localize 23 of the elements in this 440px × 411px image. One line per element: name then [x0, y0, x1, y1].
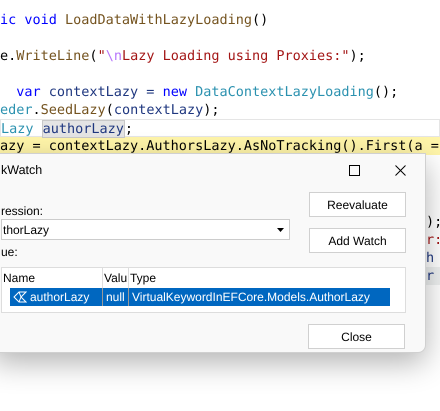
window-title: kWatch: [1, 162, 42, 179]
dropdown-arrow-icon: [277, 228, 284, 232]
code-line: e.WriteLine("\nLazy Loading using Proxies:");: [0, 47, 367, 65]
expression-combobox[interactable]: thorLazy: [1, 219, 290, 240]
close-dialog-button[interactable]: Close: [308, 324, 405, 349]
field-label: ue:: [1, 245, 19, 259]
close-icon: [394, 164, 406, 176]
table-cell-text: authorLazy: [30, 289, 90, 306]
dialog-button[interactable]: Reevaluate: [309, 192, 406, 217]
code-line: h: [426, 249, 436, 267]
code-line: );: [426, 213, 440, 231]
code-line: r:: [426, 231, 440, 249]
field-label: ression:: [1, 204, 44, 218]
object-icon: [13, 291, 27, 303]
dialog-button[interactable]: Add Watch: [309, 228, 406, 253]
table-cell: VirtualKeywordInEFCore.Models.AuthorLazy: [128, 288, 370, 306]
column-header[interactable]: Name: [2, 268, 102, 288]
code-line: eder.SeedLazy(contextLazy);: [0, 101, 220, 119]
code-line: ic void LoadDataWithLazyLoading(): [0, 11, 270, 29]
maximize-icon: [348, 164, 360, 176]
table-cell: null: [102, 288, 128, 306]
watch-row[interactable]: authorLazy null VirtualKeywordInEFCore.Models.AuthorLazy: [10, 288, 390, 306]
code-line: var contextLazy = new DataContextLazyLoading();: [15, 83, 400, 101]
